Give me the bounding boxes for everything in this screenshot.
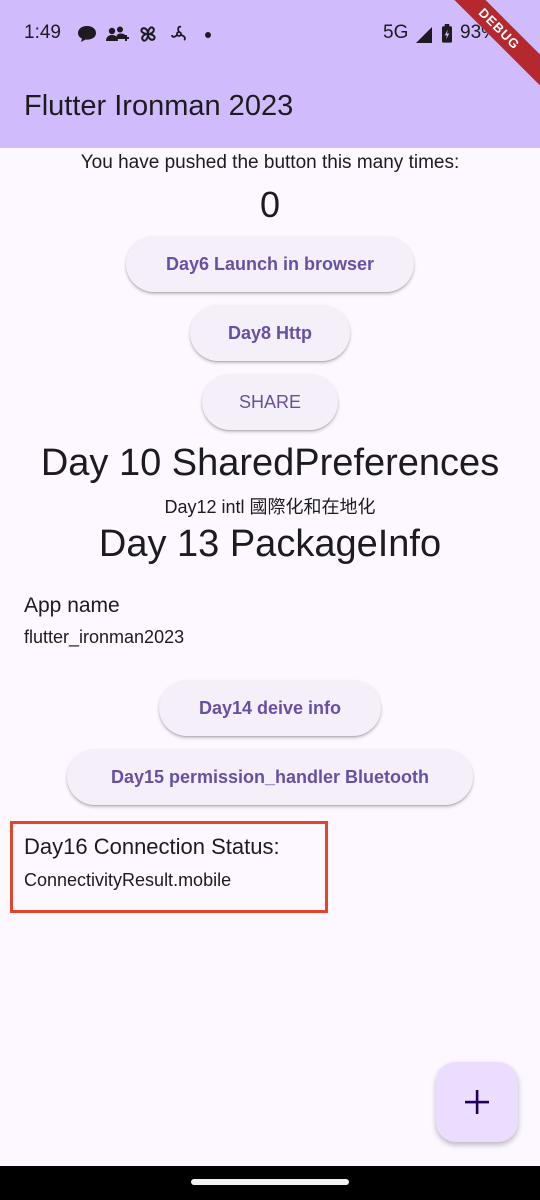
dot-icon (205, 32, 211, 38)
network-type: 5G (383, 22, 409, 43)
counter-value: 0 (259, 184, 281, 225)
day14-button-label: Day14 deive info (198, 697, 342, 718)
counter-label: You have pushed the button this many tim… (80, 152, 460, 173)
battery-icon (442, 24, 452, 43)
people-icon (106, 26, 129, 41)
share-button[interactable]: SHARE (202, 374, 338, 430)
day6-button-label: Day6 Launch in browser (165, 253, 375, 274)
pinwheel-icon (140, 26, 156, 42)
signal-icon (416, 27, 432, 43)
app-title: Flutter Ironman 2023 (24, 90, 294, 122)
app-name-value: flutter_ironman2023 (24, 627, 185, 647)
plus-icon (465, 1090, 489, 1114)
increment-fab[interactable] (436, 1062, 518, 1142)
day8-http-button[interactable]: Day8 Http (190, 305, 350, 361)
app-bar: 1:49 5G 93% Flutter Ironman 2023 (0, 0, 540, 148)
day15-button-label: Day15 permission_handler Bluetooth (110, 766, 430, 787)
day14-device-info-button[interactable]: Day14 deive info (159, 680, 381, 736)
day13-package-info-title: Day 13 PackageInfo (98, 523, 442, 565)
day6-launch-browser-button[interactable]: Day6 Launch in browser (126, 236, 414, 292)
chat-bubble-icon (78, 26, 96, 42)
app-name-label: App name (24, 594, 120, 617)
day12-intl-text: Day12 intl 國際化和在地化 (164, 497, 376, 517)
app-screen: 1:49 5G 93% Flutter Ironman 2023 DEBUG Y… (0, 0, 540, 1200)
day8-button-label: Day8 Http (227, 322, 312, 343)
fan-icon (171, 25, 186, 41)
share-button-label: SHARE (238, 391, 301, 412)
gesture-handle[interactable] (191, 1179, 349, 1185)
status-time: 1:49 (24, 22, 61, 43)
status-bar: 1:49 5G 93% (0, 0, 540, 70)
day10-shared-preferences-title: Day 10 SharedPreferences (40, 442, 500, 484)
connection-status-value: ConnectivityResult.mobile (24, 870, 232, 890)
connection-status-label: Day16 Connection Status: (24, 834, 280, 859)
day15-permission-bluetooth-button[interactable]: Day15 permission_handler Bluetooth (67, 749, 473, 805)
